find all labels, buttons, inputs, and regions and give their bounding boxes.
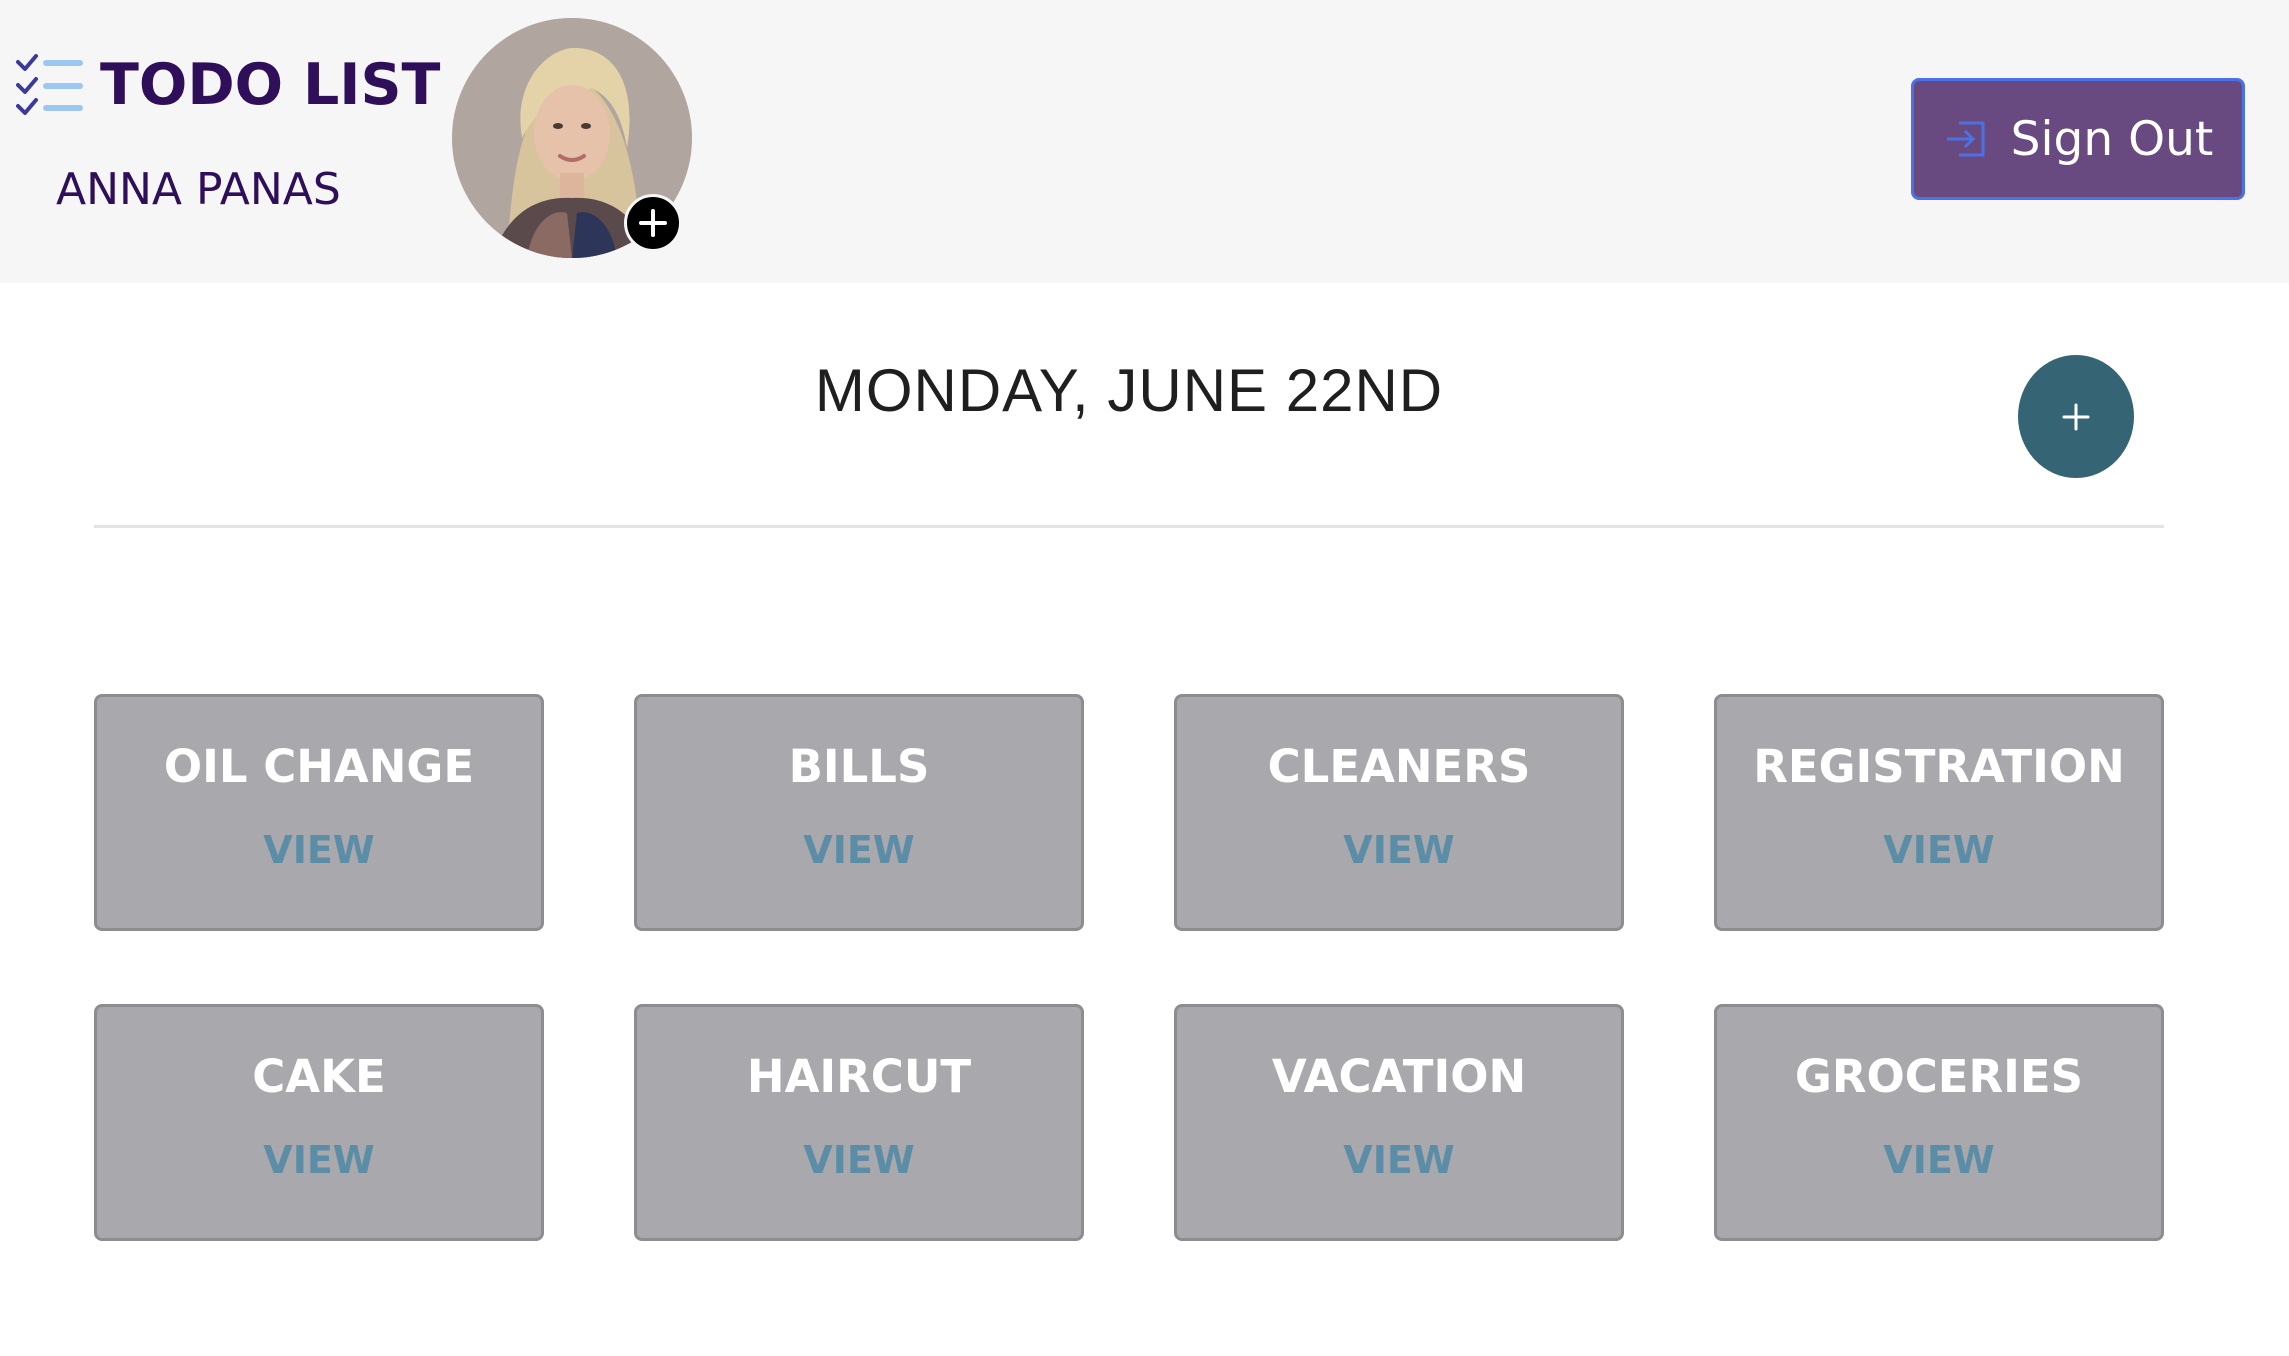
view-link[interactable]: VIEW [1177,831,1621,869]
app-title: TODO LIST [100,51,441,118]
checklist-icon [16,54,83,115]
view-link[interactable]: VIEW [1177,1141,1621,1179]
task-card[interactable]: REGISTRATION VIEW [1714,694,2164,931]
view-link[interactable]: VIEW [97,1141,541,1179]
sign-in-arrow-icon [1946,121,1985,157]
task-title: OIL CHANGE [163,740,475,793]
task-title: REGISTRATION [1753,740,2125,793]
task-card[interactable]: CLEANERS VIEW [1174,694,1624,931]
task-card[interactable]: GROCERIES VIEW [1714,1004,2164,1241]
plus-icon [639,209,667,237]
task-title: HAIRCUT [746,1050,972,1103]
view-link[interactable]: VIEW [1717,831,2161,869]
divider [94,525,2164,528]
app-header: TODO LIST ANNA PANAS Sign Out [0,0,2289,283]
view-link[interactable]: VIEW [637,1141,1081,1179]
task-card[interactable]: CAKE VIEW [94,1004,544,1241]
view-link[interactable]: VIEW [97,831,541,869]
task-title: CAKE [252,1050,386,1103]
task-title: GROCERIES [1794,1050,2084,1103]
task-title: VACATION [1271,1050,1527,1103]
task-card[interactable]: BILLS VIEW [634,694,1084,931]
task-card[interactable]: VACATION VIEW [1174,1004,1624,1241]
sign-out-label: Sign Out [2010,111,2214,167]
task-card[interactable]: OIL CHANGE VIEW [94,694,544,931]
view-link[interactable]: VIEW [1717,1141,2161,1179]
add-photo-button[interactable] [624,194,682,252]
task-title: BILLS [788,740,930,793]
add-task-button[interactable] [2018,355,2134,478]
view-link[interactable]: VIEW [637,831,1081,869]
task-title: CLEANERS [1267,740,1531,793]
task-card[interactable]: HAIRCUT VIEW [634,1004,1084,1241]
app-logo: TODO LIST [14,50,440,120]
page-title: MONDAY, JUNE 22ND [814,357,1444,424]
plus-icon [2062,403,2090,430]
user-name: ANNA PANAS [56,164,341,215]
sign-out-button[interactable]: Sign Out [1911,78,2245,200]
